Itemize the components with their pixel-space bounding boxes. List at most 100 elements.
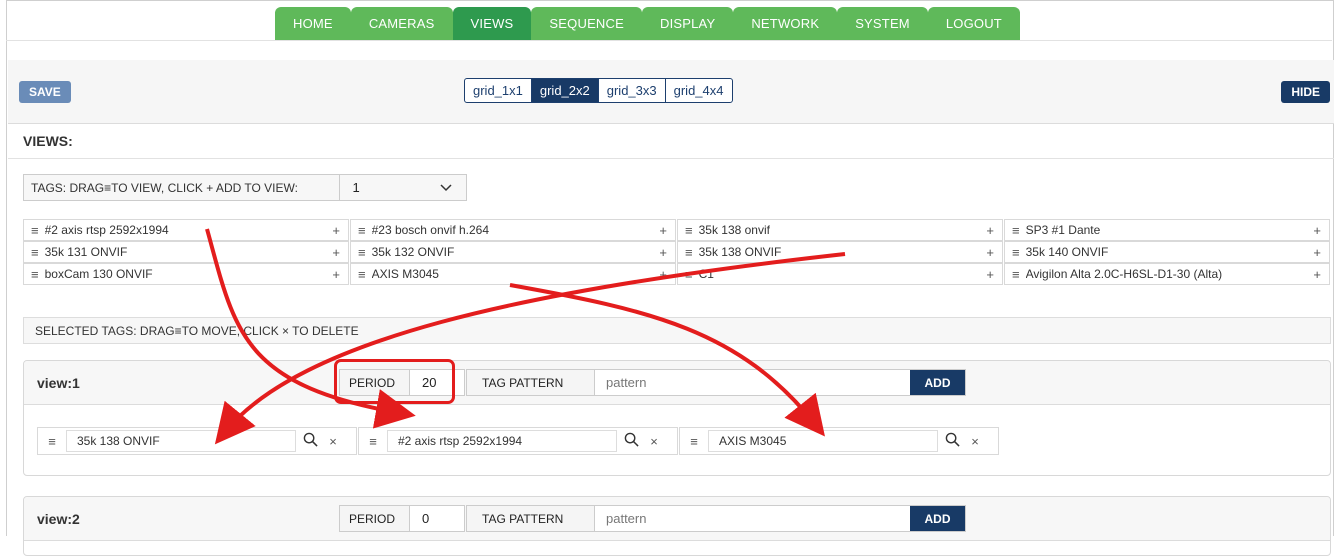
add-icon[interactable]: +: [1313, 267, 1321, 282]
close-icon[interactable]: ×: [966, 434, 984, 449]
drag-handle-icon[interactable]: ≡: [1012, 245, 1020, 260]
tag-name: C1: [698, 267, 714, 281]
tag-item[interactable]: ≡ #23 bosch onvif h.264 +: [350, 219, 676, 241]
drag-handle-icon[interactable]: ≡: [680, 434, 708, 449]
grid-1x1-option[interactable]: grid_1x1: [465, 79, 532, 102]
tag-name: 35k 140 ONVIF: [1025, 245, 1109, 259]
add-icon[interactable]: +: [659, 245, 667, 260]
grid-2x2-option[interactable]: grid_2x2: [531, 79, 599, 102]
tab-network[interactable]: NETWORK: [733, 7, 838, 40]
grid-3x3-option[interactable]: grid_3x3: [599, 79, 666, 102]
drag-handle-icon[interactable]: ≡: [685, 267, 693, 282]
tag-item[interactable]: ≡ 35k 138 ONVIF +: [677, 241, 1003, 263]
add-icon[interactable]: +: [332, 245, 340, 260]
tag-name: #23 bosch onvif h.264: [371, 223, 490, 237]
add-icon[interactable]: +: [332, 267, 340, 282]
tag-pattern-field: TAG PATTERN pattern ADD: [466, 369, 966, 396]
tag-grid: ≡ #2 axis rtsp 2592x1994 + ≡ #23 bosch onvi…: [23, 219, 1331, 285]
tag-item[interactable]: ≡ SP3 #1 Dante +: [1004, 219, 1330, 241]
tag-item[interactable]: ≡ #2 axis rtsp 2592x1994 +: [23, 219, 349, 241]
top-nav: HOME CAMERAS VIEWS SEQUENCE DISPLAY NETW…: [275, 7, 1020, 40]
drag-handle-icon[interactable]: ≡: [31, 245, 39, 260]
view-select-value: 1: [352, 180, 360, 195]
grid-layout-switch: grid_1x1 grid_2x2 grid_3x3 grid_4x4: [464, 78, 733, 103]
tag-name: AXIS M3045: [371, 267, 439, 281]
period-input[interactable]: 0: [410, 506, 464, 531]
drag-handle-icon[interactable]: ≡: [1012, 267, 1020, 282]
drag-handle-icon[interactable]: ≡: [359, 434, 387, 449]
tag-item[interactable]: ≡ Avigilon Alta 2.0C-H6SL-D1-30 (Alta) +: [1004, 263, 1330, 285]
tag-item[interactable]: ≡ 35k 132 ONVIF +: [350, 241, 676, 263]
add-button[interactable]: ADD: [910, 506, 965, 531]
search-icon[interactable]: [296, 432, 324, 451]
add-button[interactable]: ADD: [910, 370, 965, 395]
tab-sequence[interactable]: SEQUENCE: [531, 7, 642, 40]
chevron-down-icon: [440, 180, 452, 195]
tags-header: TAGS: DRAG≡TO VIEW, CLICK + ADD TO VIEW:…: [23, 174, 467, 201]
views-divider: [8, 158, 1334, 159]
add-icon[interactable]: +: [659, 267, 667, 282]
toolbar: SAVE grid_1x1 grid_2x2 grid_3x3 grid_4x4…: [8, 60, 1334, 124]
tag-item[interactable]: ≡ C1 +: [677, 263, 1003, 285]
tag-name: 35k 138 onvif: [698, 223, 770, 237]
tag-pattern-label: TAG PATTERN: [467, 506, 595, 531]
search-icon[interactable]: [938, 432, 966, 451]
tag-item[interactable]: ≡ 35k 131 ONVIF +: [23, 241, 349, 263]
view-panel-2: view:2 PERIOD 0 TAG PATTERN pattern ADD: [23, 496, 1331, 556]
tab-system[interactable]: SYSTEM: [837, 7, 928, 40]
tags-header-label: TAGS: DRAG≡TO VIEW, CLICK + ADD TO VIEW:: [24, 175, 341, 200]
views-title: VIEWS:: [23, 133, 73, 149]
add-icon[interactable]: +: [986, 245, 994, 260]
add-icon[interactable]: +: [986, 267, 994, 282]
view-name: view:1: [37, 375, 80, 391]
view-name: view:2: [37, 511, 80, 527]
tag-name: boxCam 130 ONVIF: [44, 267, 153, 281]
save-button[interactable]: SAVE: [19, 81, 71, 103]
selected-tag[interactable]: ≡ AXIS M3045 ×: [679, 427, 999, 455]
add-icon[interactable]: +: [1313, 245, 1321, 260]
tag-pattern-input[interactable]: pattern: [595, 370, 910, 395]
drag-handle-icon[interactable]: ≡: [38, 434, 66, 449]
drag-handle-icon[interactable]: ≡: [31, 267, 39, 282]
tag-name: 35k 131 ONVIF: [44, 245, 128, 259]
drag-handle-icon[interactable]: ≡: [685, 245, 693, 260]
add-icon[interactable]: +: [1313, 223, 1321, 238]
tag-item[interactable]: ≡ 35k 138 onvif +: [677, 219, 1003, 241]
tab-display[interactable]: DISPLAY: [641, 7, 734, 40]
tab-cameras[interactable]: CAMERAS: [350, 7, 453, 40]
drag-handle-icon[interactable]: ≡: [31, 223, 39, 238]
tag-pattern-input[interactable]: pattern: [595, 506, 910, 531]
tag-pattern-label: TAG PATTERN: [467, 370, 595, 395]
close-icon[interactable]: ×: [324, 434, 342, 449]
tag-item[interactable]: ≡ AXIS M3045 +: [350, 263, 676, 285]
tab-home[interactable]: HOME: [275, 7, 351, 40]
selected-tag[interactable]: ≡ #2 axis rtsp 2592x1994 ×: [358, 427, 678, 455]
drag-handle-icon[interactable]: ≡: [685, 223, 693, 238]
selected-tags-header: SELECTED TAGS: DRAG≡TO MOVE, CLICK × TO …: [23, 317, 1331, 344]
drag-handle-icon[interactable]: ≡: [358, 223, 366, 238]
view-header: view:1 PERIOD 20 TAG PATTERN pattern ADD: [24, 361, 1330, 405]
tab-views[interactable]: VIEWS: [452, 7, 532, 40]
tab-logout[interactable]: LOGOUT: [927, 7, 1020, 40]
tag-name: SP3 #1 Dante: [1025, 223, 1101, 237]
add-icon[interactable]: +: [986, 223, 994, 238]
period-field: PERIOD 0: [339, 505, 465, 532]
close-icon[interactable]: ×: [645, 434, 663, 449]
drag-handle-icon[interactable]: ≡: [358, 267, 366, 282]
tag-item[interactable]: ≡ 35k 140 ONVIF +: [1004, 241, 1330, 263]
period-label: PERIOD: [340, 506, 410, 531]
search-icon[interactable]: [617, 432, 645, 451]
tag-item[interactable]: ≡ boxCam 130 ONVIF +: [23, 263, 349, 285]
add-icon[interactable]: +: [659, 223, 667, 238]
nav-divider: [6, 40, 1332, 41]
selected-tag-input[interactable]: AXIS M3045: [708, 430, 938, 452]
selected-tag[interactable]: ≡ 35k 138 ONVIF ×: [37, 427, 357, 455]
grid-4x4-option[interactable]: grid_4x4: [666, 79, 732, 102]
add-icon[interactable]: +: [332, 223, 340, 238]
drag-handle-icon[interactable]: ≡: [358, 245, 366, 260]
drag-handle-icon[interactable]: ≡: [1012, 223, 1020, 238]
hide-button[interactable]: HIDE: [1281, 81, 1330, 103]
selected-tag-input[interactable]: #2 axis rtsp 2592x1994: [387, 430, 617, 452]
view-select[interactable]: 1: [340, 180, 466, 195]
selected-tag-input[interactable]: 35k 138 ONVIF: [66, 430, 296, 452]
